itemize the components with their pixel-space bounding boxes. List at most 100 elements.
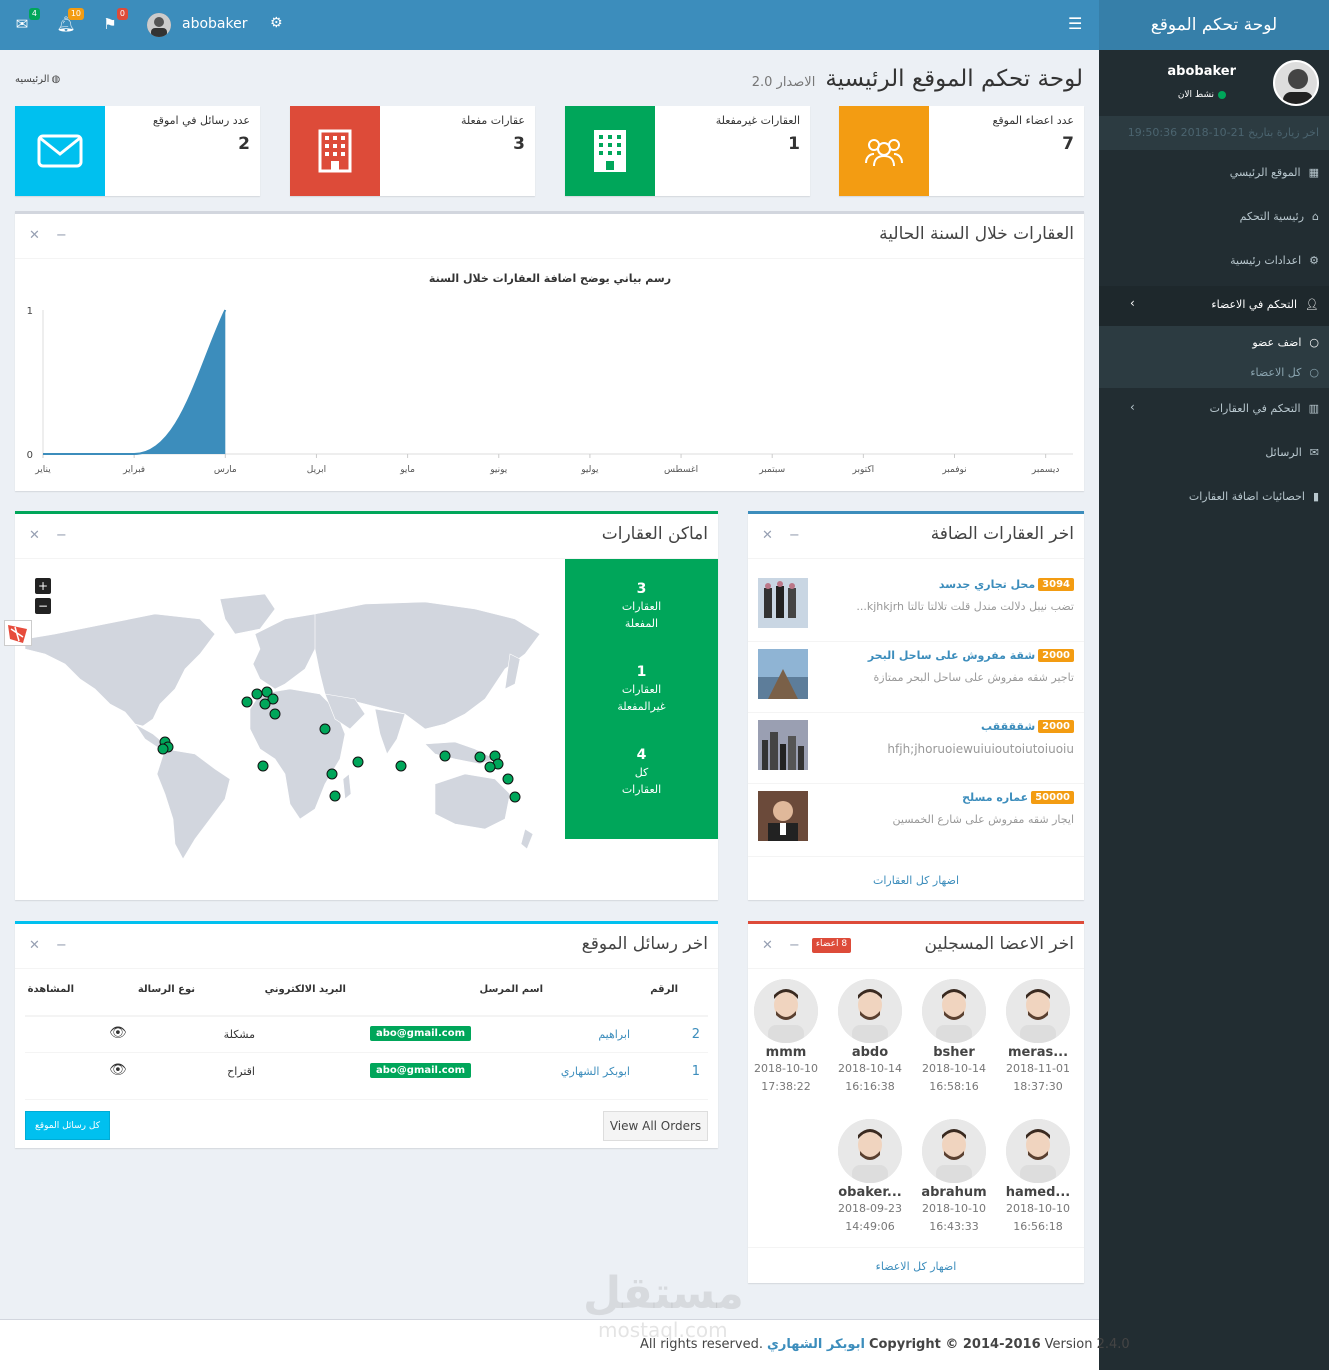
sidebar-item-dashboard[interactable]: ⌂ رئيسية التحكم xyxy=(1240,210,1319,223)
property-item[interactable]: 50000 عماره مسلح ايجار شقه مفروش على شارع… xyxy=(748,785,1084,857)
minus-icon[interactable]: − xyxy=(56,938,67,953)
area-series xyxy=(43,310,226,454)
notifications-menu[interactable]: 🔔︎ 10 xyxy=(54,8,84,36)
messages-menu[interactable]: ✉ 4 xyxy=(10,8,40,36)
member-avatar xyxy=(838,1119,902,1183)
minus-icon[interactable]: − xyxy=(789,528,800,543)
user-avatar-small[interactable] xyxy=(147,13,171,37)
map-marker[interactable] xyxy=(329,790,341,802)
map-zoom-in-button[interactable]: + xyxy=(35,578,51,594)
member-card[interactable]: obaker... 2018-09-23 14:49:06 xyxy=(834,1119,906,1236)
sidebar-item-settings[interactable]: ⚙ اعدادات رئيسية xyxy=(1230,254,1319,267)
building-icon xyxy=(290,106,380,196)
property-item[interactable]: 2000 شققققب hfjh;jhoruoiewuiuioutoiutoiuo… xyxy=(748,714,1084,784)
eye-icon[interactable]: 👁︎ xyxy=(109,1025,127,1041)
chevron-left-icon[interactable]: ‹ xyxy=(1130,400,1135,414)
sidebar-item-main-site[interactable]: ▦ الموقع الرئيسي xyxy=(1230,166,1319,179)
stat-inactive: 1 العقارات غيرالمفعلة xyxy=(617,664,666,713)
map-marker[interactable] xyxy=(319,723,331,735)
member-card[interactable]: abrahum 2018-10-10 16:43:33 xyxy=(918,1119,990,1236)
member-avatar xyxy=(754,979,818,1043)
users-icon xyxy=(839,106,929,196)
property-thumbnail xyxy=(758,649,808,699)
page-title-row: لوحة تحكم الموقع الرئيسية الاصدار 2.0 xyxy=(752,66,1083,92)
envelope-icon: ✉ xyxy=(15,15,29,33)
x-tick-label: ديسمبر xyxy=(1031,465,1059,475)
x-tick-label: اكتوبر xyxy=(852,465,875,475)
close-icon[interactable]: ✕ xyxy=(762,938,773,953)
member-card[interactable]: abdo 2018-10-14 16:16:38 xyxy=(834,979,906,1096)
floating-tool-icon[interactable] xyxy=(4,620,32,646)
close-icon[interactable]: ✕ xyxy=(29,938,40,953)
sidebar-item-messages[interactable]: ✉ الرسائل xyxy=(1265,446,1319,459)
eye-icon[interactable]: 👁︎ xyxy=(109,1062,127,1078)
member-card[interactable]: hamed... 2018-10-10 16:56:18 xyxy=(1002,1119,1074,1236)
members-count-badge: 8 اعضاء xyxy=(811,938,852,953)
world-map[interactable] xyxy=(25,594,545,864)
close-icon[interactable]: ✕ xyxy=(29,228,40,243)
sidebar-toggle-icon[interactable]: ☰ xyxy=(1068,14,1082,33)
box-tools: ✕ − xyxy=(762,528,800,543)
map-marker[interactable] xyxy=(509,791,521,803)
table-row: 2 ابراهيم abo@gmail.com مشكلة 👁︎ xyxy=(25,1017,708,1053)
tasks-badge: 0 xyxy=(116,8,128,20)
property-item[interactable]: 2000 شقة مفروش على ساحل البحر تاجير شقه م… xyxy=(748,643,1084,713)
sidebar-subitem-all-members[interactable]: ○ كل الاعضاء xyxy=(1250,366,1319,379)
sidebar-item-members[interactable]: 👤︎ التحكم في الاعضاء xyxy=(1211,298,1319,311)
sidebar-subitem-add-member[interactable]: ○ اضف عضو xyxy=(1252,336,1319,349)
view-all-orders-button[interactable]: View All Orders xyxy=(603,1111,708,1141)
map-marker[interactable] xyxy=(395,760,407,772)
member-card[interactable]: bsher 2018-10-14 16:58:16 xyxy=(918,979,990,1096)
minus-icon[interactable]: − xyxy=(56,228,67,243)
chevron-left-icon[interactable]: ‹ xyxy=(1130,296,1135,310)
bar-chart-icon: ▮ xyxy=(1312,490,1319,503)
minus-icon[interactable]: − xyxy=(56,528,67,543)
map-region xyxy=(25,613,216,727)
map-marker[interactable] xyxy=(241,696,253,708)
sidebar-item-stats[interactable]: ▮ احصائيات اضافة العقارات xyxy=(1189,490,1319,503)
grid-icon: ▦ xyxy=(1308,166,1319,179)
map-marker[interactable] xyxy=(439,750,451,762)
messages-box: اخر رسائل الموقع ✕ − الرقم اسم المرسل الب… xyxy=(15,921,718,1148)
area-chart: رسم بياني يوضح اضافة العقارات خلال السنة… xyxy=(27,272,1073,475)
map-marker[interactable] xyxy=(257,760,269,772)
gears-icon: ⚙ xyxy=(1309,254,1319,267)
property-item[interactable]: 3094 محل تجاري جدسد تضب نيبل دلالت مندل ق… xyxy=(748,572,1084,642)
map-marker[interactable] xyxy=(484,761,496,773)
messages-badge: 4 xyxy=(28,8,40,20)
member-card[interactable]: mmm 2018-10-10 17:38:22 xyxy=(750,979,822,1096)
tasks-menu[interactable]: ⚑ 0 xyxy=(98,8,128,36)
map-marker[interactable] xyxy=(251,688,263,700)
members-box-title: اخر الاعضا المسجلين xyxy=(924,934,1074,954)
map-marker[interactable] xyxy=(269,708,281,720)
close-icon[interactable]: ✕ xyxy=(762,528,773,543)
map-marker[interactable] xyxy=(474,751,486,763)
member-card[interactable]: meras... 2018-11-01 18:37:30 xyxy=(1002,979,1074,1096)
map-marker[interactable] xyxy=(352,756,364,768)
breadcrumb[interactable]: ◍ الرئيسيه xyxy=(15,74,60,85)
map-marker[interactable] xyxy=(502,773,514,785)
map-marker[interactable] xyxy=(259,698,271,710)
sidebar xyxy=(1099,0,1329,1370)
author-link[interactable]: ابوبكر الشهاري xyxy=(767,1337,865,1352)
last-visit-text: اخر زيارة بتاريخ 21-10-2018 19:50:36 xyxy=(1127,126,1319,139)
header-username[interactable]: abobaker xyxy=(182,16,247,32)
property-thumbnail xyxy=(758,791,808,841)
map-marker[interactable] xyxy=(157,743,169,755)
online-dot-icon xyxy=(1218,91,1226,99)
all-messages-button[interactable]: كل رسائل الموقع xyxy=(25,1111,110,1140)
box-tools: ✕ − xyxy=(29,528,67,543)
envelope-icon: ✉ xyxy=(1309,446,1319,459)
info-box-members: عدد اعضاء الموقع 7 xyxy=(839,106,1084,196)
latest-properties-box: اخر العقارات الضافة ✕ − 3094 محل تجاري جدس… xyxy=(748,511,1084,900)
x-tick-label: مايو xyxy=(399,465,415,475)
sidebar-item-properties[interactable]: ▥ التحكم في العقارات xyxy=(1210,402,1319,415)
box-tools: ✕ − xyxy=(29,938,67,953)
settings-gears-icon[interactable]: ⚙ xyxy=(270,15,283,31)
minus-icon[interactable]: − xyxy=(789,938,800,953)
show-all-members-link[interactable]: اضهار كل الاعضاء xyxy=(748,1260,1084,1273)
brand-logo[interactable]: لوحة تحكم الموقع xyxy=(1099,0,1329,50)
show-all-properties-link[interactable]: اضهار كل العقارات xyxy=(748,874,1084,887)
map-marker[interactable] xyxy=(326,768,338,780)
close-icon[interactable]: ✕ xyxy=(29,528,40,543)
